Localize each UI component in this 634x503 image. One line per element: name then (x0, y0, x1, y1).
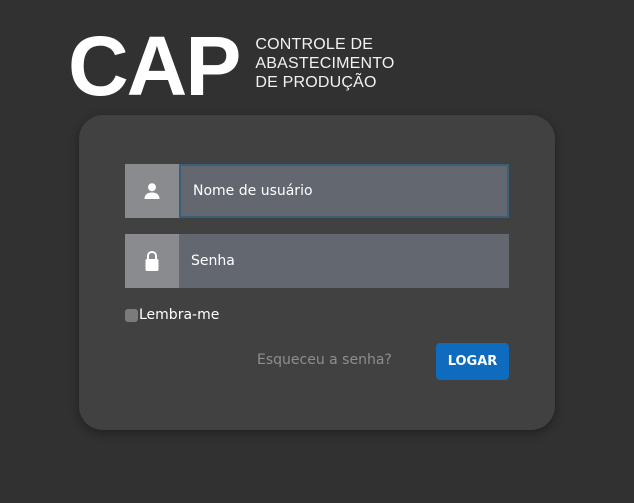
user-icon (125, 164, 179, 218)
login-button[interactable]: LOGAR (436, 343, 509, 380)
login-card: Lembra-me Esqueceu a senha? LOGAR (79, 115, 555, 430)
logo-mark: CAP (68, 19, 241, 113)
username-field-group (125, 164, 509, 218)
username-input[interactable] (179, 164, 509, 218)
logo-subtitle: CONTROLE DE ABASTECIMENTO DE PRODUÇÃO (255, 35, 394, 92)
logo-subtitle-line-2: ABASTECIMENTO (255, 55, 395, 72)
remember-checkbox[interactable] (125, 308, 138, 322)
login-page: CAP CONTROLE DE ABASTECIMENTO DE PRODUÇÃ… (0, 0, 634, 503)
remember-label: Lembra-me (139, 307, 220, 323)
forgot-password-link[interactable]: Esqueceu a senha? (257, 352, 392, 368)
logo-subtitle-line-1: CONTROLE DE (255, 36, 374, 53)
remember-me[interactable]: Lembra-me (125, 307, 219, 323)
logo-subtitle-line-3: DE PRODUÇÃO (255, 74, 377, 91)
password-field-group (125, 234, 509, 288)
lock-icon (125, 234, 179, 288)
password-input[interactable] (179, 234, 509, 288)
app-logo: CAP CONTROLE DE ABASTECIMENTO DE PRODUÇÃ… (68, 22, 395, 108)
